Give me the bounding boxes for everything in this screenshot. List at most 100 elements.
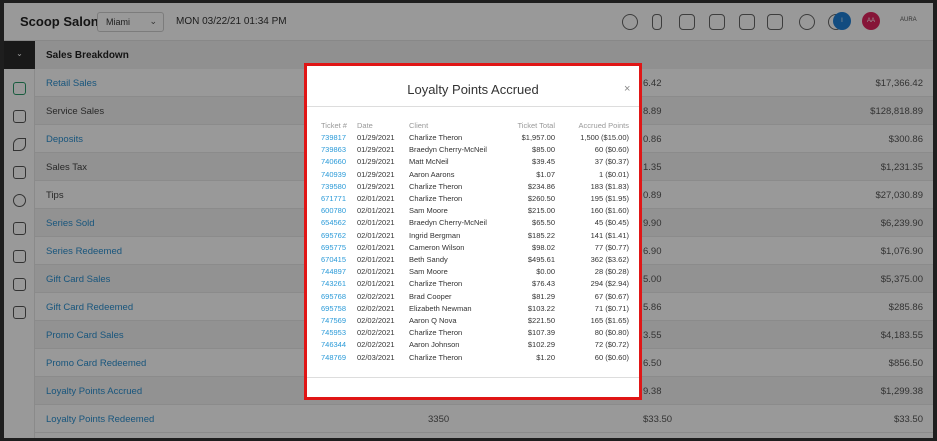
ticket-date: 01/29/2021 [357, 157, 395, 167]
client-name: Charlize Theron [409, 181, 463, 191]
ticket-total: $495.61 [527, 255, 555, 264]
ticket-date: 02/01/2021 [357, 206, 395, 216]
ticket-number-link[interactable]: 695762 [321, 231, 346, 240]
ticket-total: $215.00 [527, 206, 555, 216]
ticket-total: $39.45 [532, 157, 555, 167]
ticket-date: 01/29/2021 [357, 145, 395, 155]
ticket-number-link[interactable]: 739863 [321, 145, 346, 154]
accrued-points: 141 ($1.41) [590, 230, 629, 240]
client-name: Sam Moore [409, 206, 448, 216]
client-name: Beth Sandy [409, 255, 448, 264]
ticket-date: 02/01/2021 [357, 267, 395, 277]
ticket-date: 02/01/2021 [357, 255, 395, 264]
ticket-total: $185.22 [527, 230, 555, 240]
accrued-points: 77 ($0.77) [594, 242, 629, 252]
ticket-number-link[interactable]: 743261 [321, 279, 346, 288]
column-header-client: Client [409, 121, 429, 130]
ticket-date: 01/29/2021 [357, 169, 395, 179]
client-name: Braedyn Cherry-McNeil [409, 218, 487, 228]
accrued-points: 60 ($0.60) [594, 352, 629, 362]
client-name: Charlize Theron [409, 328, 463, 338]
ticket-total: $103.22 [527, 303, 555, 313]
client-name: Cameron Wilson [409, 242, 465, 252]
client-name: Aaron Johnson [409, 340, 460, 350]
ticket-number-link[interactable]: 600780 [321, 206, 346, 215]
accrued-points: 1 ($0.01) [598, 169, 629, 179]
accrued-points: 45 ($0.45) [594, 218, 629, 228]
ticket-date: 02/02/2021 [357, 291, 395, 301]
client-name: Aaron Aarons [409, 169, 455, 179]
ticket-number-link[interactable]: 739817 [321, 133, 346, 142]
accrued-points: 72 ($0.72) [594, 340, 629, 350]
ticket-number-link[interactable]: 744897 [321, 267, 346, 276]
ticket-total: $85.00 [532, 145, 555, 155]
accrued-points: 195 ($1.95) [590, 194, 629, 203]
ticket-date: 02/02/2021 [357, 340, 395, 350]
loyalty-points-modal: Loyalty Points Accrued × Ticket # Date C… [304, 63, 642, 400]
ticket-date: 02/03/2021 [357, 352, 395, 362]
modal-title: Loyalty Points Accrued [407, 82, 539, 97]
ticket-date: 02/01/2021 [357, 230, 395, 240]
ticket-number-link[interactable]: 670415 [321, 255, 346, 264]
ticket-date: 02/02/2021 [357, 316, 395, 325]
accrued-points: 60 ($0.60) [594, 145, 629, 155]
column-header-accrued-points: Accrued Points [578, 121, 629, 130]
client-name: Sam Moore [409, 267, 448, 277]
ticket-number-link[interactable]: 748769 [321, 353, 346, 362]
close-icon[interactable]: × [624, 83, 630, 95]
ticket-date: 01/29/2021 [357, 181, 395, 191]
ticket-total: $102.29 [527, 340, 555, 350]
ticket-number-link[interactable]: 671771 [321, 194, 346, 203]
accrued-points: 294 ($2.94) [590, 279, 629, 289]
ticket-total: $1,957.00 [521, 133, 555, 142]
ticket-date: 02/02/2021 [357, 328, 395, 338]
ticket-total: $1.07 [536, 169, 555, 179]
ticket-date: 02/02/2021 [357, 303, 395, 313]
ticket-number-link[interactable]: 740939 [321, 170, 346, 179]
ticket-number-link[interactable]: 695768 [321, 292, 346, 301]
modal-divider [307, 106, 639, 107]
client-name: Braedyn Cherry-McNeil [409, 145, 487, 155]
ticket-number-link[interactable]: 654562 [321, 218, 346, 227]
ticket-total: $107.39 [527, 328, 555, 338]
accrued-points: 160 ($1.60) [590, 206, 629, 216]
column-header-date: Date [357, 121, 373, 130]
client-name: Charlize Theron [409, 194, 463, 203]
ticket-total: $234.86 [527, 181, 555, 191]
accrued-points: 28 ($0.28) [594, 267, 629, 277]
ticket-date: 02/01/2021 [357, 218, 395, 228]
client-name: Ingrid Bergman [409, 230, 461, 240]
ticket-number-link[interactable]: 695758 [321, 304, 346, 313]
ticket-number-link[interactable]: 746344 [321, 340, 346, 349]
accrued-points: 183 ($1.83) [590, 181, 629, 191]
ticket-date: 01/29/2021 [357, 133, 395, 142]
accrued-points: 37 ($0.37) [594, 157, 629, 167]
ticket-number-link[interactable]: 740660 [321, 157, 346, 166]
accrued-points: 80 ($0.80) [594, 328, 629, 338]
accrued-points: 362 ($3.62) [590, 255, 629, 264]
ticket-number-link[interactable]: 747569 [321, 316, 346, 325]
client-name: Charlize Theron [409, 133, 463, 142]
ticket-number-link[interactable]: 739580 [321, 182, 346, 191]
modal-footer-divider [307, 377, 639, 378]
ticket-date: 02/01/2021 [357, 279, 395, 289]
column-header-ticket-total: Ticket Total [517, 121, 555, 130]
ticket-total: $65.50 [532, 218, 555, 228]
accrued-points: 1,500 ($15.00) [580, 133, 629, 142]
ticket-total: $76.43 [532, 279, 555, 289]
accrued-points: 165 ($1.65) [590, 316, 629, 325]
ticket-date: 02/01/2021 [357, 242, 395, 252]
app-window: Scoop Salon Miami ⌄ MON 03/22/21 01:34 P… [4, 3, 933, 438]
ticket-number-link[interactable]: 695775 [321, 243, 346, 252]
ticket-total: $221.50 [527, 316, 555, 325]
client-name: Matt McNeil [409, 157, 449, 167]
ticket-number-link[interactable]: 745953 [321, 328, 346, 337]
column-header-ticket: Ticket # [321, 121, 347, 130]
ticket-total: $0.00 [536, 267, 555, 277]
ticket-total: $81.29 [532, 291, 555, 301]
ticket-date: 02/01/2021 [357, 194, 395, 203]
ticket-total: $98.02 [532, 242, 555, 252]
client-name: Charlize Theron [409, 352, 463, 362]
accrued-points: 67 ($0.67) [594, 291, 629, 301]
client-name: Aaron Q Nova [409, 316, 457, 325]
